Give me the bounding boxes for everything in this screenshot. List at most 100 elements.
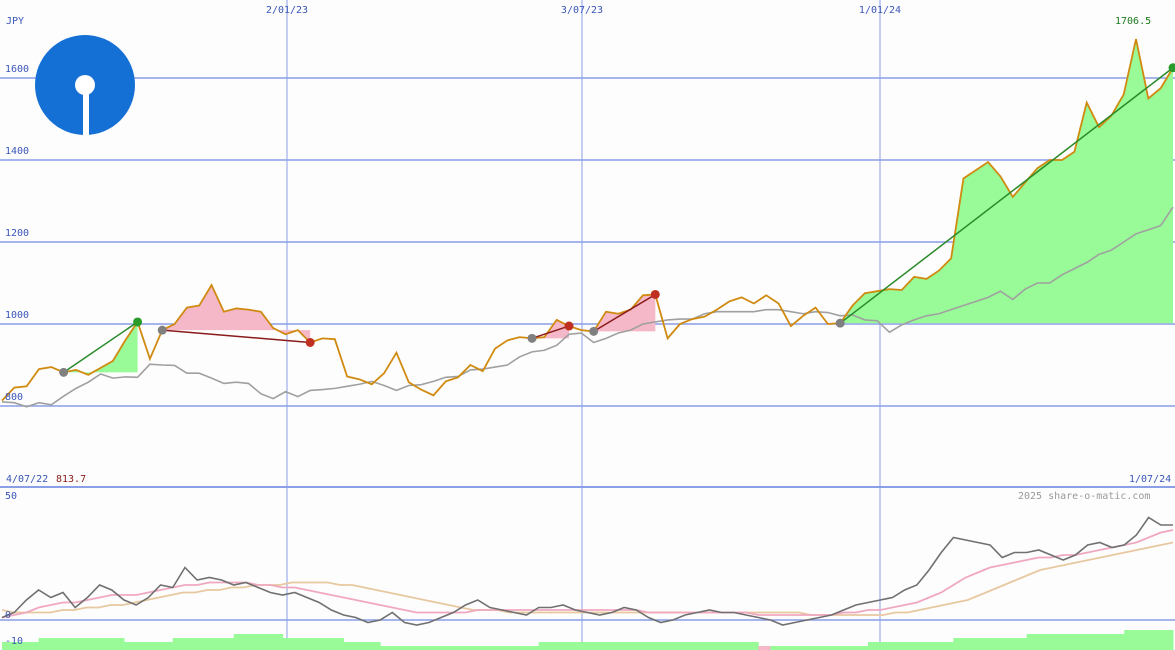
volume-bar (697, 642, 710, 650)
volume-bar (758, 646, 771, 650)
volume-bar (904, 642, 918, 650)
volume-bar (489, 646, 503, 650)
volume-bar (428, 646, 442, 650)
volume-bar (563, 642, 576, 650)
volume-bar (306, 638, 320, 650)
volume-bar (721, 642, 735, 650)
volume-bar (929, 642, 942, 650)
volume-bar (319, 638, 332, 650)
volume-bar (977, 638, 991, 650)
volume-bar (38, 638, 52, 650)
volume-bar (685, 642, 698, 650)
volume-bar (782, 646, 796, 650)
volume-layer (2, 630, 1174, 650)
osc-tick-label: 0 (5, 610, 11, 621)
volume-bar (1038, 634, 1052, 650)
volume-bar (587, 642, 601, 650)
volume-bar (331, 638, 345, 650)
volume-bar (221, 638, 235, 650)
volume-bar (770, 646, 784, 650)
volume-bar (819, 646, 832, 650)
volume-bar (233, 634, 247, 650)
volume-bar (245, 634, 259, 650)
volume-bar (26, 642, 40, 650)
osc-line (1, 516, 1173, 626)
volume-bar (1099, 634, 1113, 650)
volume-bar (575, 642, 588, 650)
osc-tick-label: -10 (5, 636, 23, 647)
volume-bar (111, 638, 125, 650)
volume-bar (990, 638, 1003, 650)
volume-bar (733, 642, 747, 650)
volume-bar (1026, 634, 1040, 650)
trade-entry-dot (59, 367, 69, 377)
volume-bar (172, 638, 186, 650)
volume-bar (1112, 634, 1125, 650)
volume-bar (868, 642, 881, 650)
start-date-label: 4/07/22 (6, 474, 48, 485)
trade-entry-dot (527, 333, 537, 343)
volume-bar (648, 642, 662, 650)
volume-bar (441, 646, 454, 650)
trade-exit-dot (564, 321, 574, 331)
volume-bar (843, 646, 857, 650)
volume-bar (660, 642, 674, 650)
volume-bar (611, 642, 625, 650)
volume-bar (855, 646, 869, 650)
volume-bar (270, 634, 284, 650)
volume-bar (453, 646, 467, 650)
volume-bar (636, 642, 649, 650)
volume-bar (1136, 630, 1150, 650)
last-price-label: 1706.5 (1115, 16, 1151, 27)
volume-bar (465, 646, 479, 650)
volume-bar (367, 642, 381, 650)
volume-bar (550, 642, 564, 650)
price-tick-label: 1000 (5, 310, 29, 321)
bank-logo-icon (35, 35, 135, 135)
volume-bar (831, 646, 845, 650)
volume-bar (965, 638, 979, 650)
volume-bar (526, 646, 540, 650)
volume-bar (355, 642, 369, 650)
volume-bar (1002, 638, 1015, 650)
volume-bar (416, 646, 430, 650)
volume-bar (184, 638, 198, 650)
volume-bar (514, 646, 528, 650)
volume-bar (794, 646, 808, 650)
volume-bar (404, 646, 418, 650)
oscillator-layer (1, 516, 1174, 626)
trade-entry-dot (157, 325, 167, 335)
volume-bar (538, 642, 552, 650)
volume-bar (880, 642, 893, 650)
volume-bar (136, 642, 149, 650)
volume-bar (123, 642, 137, 650)
volume-bar (624, 642, 637, 650)
date-tick-label: 3/07/23 (561, 5, 603, 16)
volume-bar (1124, 630, 1137, 650)
volume-bar (148, 642, 162, 650)
volume-bar (1075, 634, 1089, 650)
chart-stage: 800 1000 1200 1400 1600 2/01/23 3/07/23 1/01/24… (0, 0, 1175, 650)
price-tick-label: 1200 (5, 228, 29, 239)
trade-exit-dot (305, 337, 315, 347)
volume-bar (599, 642, 613, 650)
volume-bar (1051, 634, 1064, 650)
volume-bar (209, 638, 223, 650)
price-tick-label: 1600 (5, 64, 29, 75)
copyright-label: 2025 share-o-matic.com (1018, 491, 1150, 502)
trade-entry-dot (589, 326, 599, 336)
volume-bar (1014, 638, 1028, 650)
volume-bar (1160, 630, 1174, 650)
volume-bar (392, 646, 406, 650)
date-tick-label: 2/01/23 (266, 5, 308, 16)
trade-entry-dot (835, 318, 845, 328)
volume-bar (343, 642, 357, 650)
volume-bar (746, 642, 759, 650)
volume-bar (672, 642, 686, 650)
volume-bar (953, 638, 967, 650)
volume-bar (62, 638, 76, 650)
volume-bar (1087, 634, 1101, 650)
trade-exit-dot (650, 289, 660, 299)
start-price-label: 813.7 (56, 474, 86, 485)
price-tick-label: 800 (5, 392, 23, 403)
